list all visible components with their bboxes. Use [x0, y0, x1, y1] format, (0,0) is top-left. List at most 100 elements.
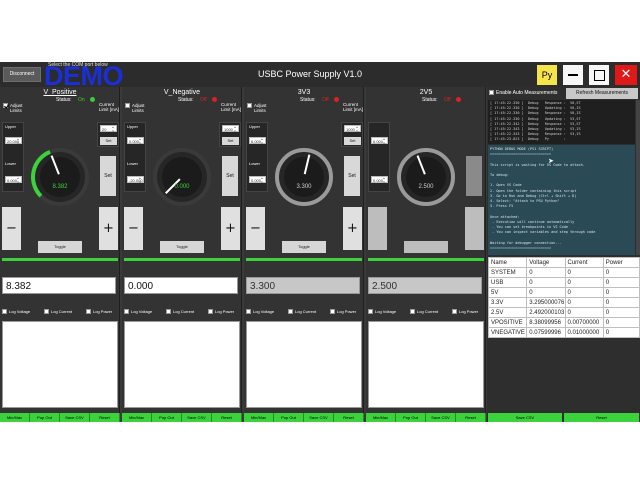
increase-button[interactable]: +	[343, 207, 362, 250]
table-row[interactable]: VNEGATIVE 0.07599996 0.01000000 0	[487, 327, 640, 338]
pop-out-button[interactable]: Pop Out	[30, 413, 60, 422]
min-max-button[interactable]: Min/Max	[366, 413, 396, 422]
disconnect-button[interactable]: Disconnect	[3, 67, 41, 82]
console-scrollbar[interactable]	[636, 100, 640, 255]
log-power-checkbox[interactable]: Log Power	[330, 309, 356, 315]
log-voltage-checkbox[interactable]: Log Voltage	[124, 309, 152, 315]
voltage-knob[interactable]	[147, 142, 217, 212]
log-power-checkbox[interactable]: Log Power	[452, 309, 478, 315]
voltage-set-button[interactable]: Set	[100, 156, 116, 196]
log-current-checkbox[interactable]: Log Current	[166, 309, 194, 315]
log-power-checkbox[interactable]: Log Power	[86, 309, 112, 315]
python-button[interactable]: Py	[537, 65, 557, 85]
increase-button[interactable]	[465, 207, 484, 250]
min-max-button[interactable]: Min/Max	[122, 413, 152, 422]
decrease-button[interactable]: −	[124, 207, 143, 250]
status-label: Status:	[300, 97, 316, 103]
toggle-output-button[interactable]	[404, 241, 448, 253]
log-current-checkbox[interactable]: Log Current	[288, 309, 316, 315]
current-limit-input[interactable]: 20	[100, 125, 117, 133]
lower-limit-input[interactable]: -20.000	[127, 176, 144, 184]
log-current-checkbox[interactable]: Log Current	[410, 309, 438, 315]
lower-limit-input[interactable]: 0.000	[249, 176, 266, 184]
auto-measurements-checkbox[interactable]	[489, 90, 494, 95]
lower-limit-input[interactable]: 0.000	[371, 176, 388, 184]
minimize-button[interactable]	[563, 65, 583, 85]
log-power-checkbox[interactable]: Log Power	[208, 309, 234, 315]
log-plot[interactable]	[2, 321, 118, 408]
status-label: Status:	[56, 97, 72, 103]
python-console[interactable]: PYTHON DEBUG MODE (PS1 SCRIPT) =========…	[488, 145, 635, 255]
log-label: Log Current	[51, 309, 73, 314]
current-limit-input[interactable]: 1000	[344, 125, 361, 133]
toggle-output-button[interactable]: Toggle	[160, 241, 204, 253]
adjust-limits-checkbox[interactable]	[125, 103, 130, 108]
status-label: Status:	[422, 97, 438, 103]
voltage-knob[interactable]	[391, 142, 461, 212]
decrease-button[interactable]: −	[2, 207, 21, 250]
log-plot[interactable]	[368, 321, 484, 408]
voltage-knob[interactable]	[269, 142, 339, 212]
current-set-button[interactable]: Set	[222, 137, 239, 145]
reset-button[interactable]: Reset	[334, 413, 364, 422]
table-cell: 2.492000103	[526, 307, 566, 318]
toggle-output-button[interactable]: Toggle	[38, 241, 82, 253]
table-row[interactable]: 5V 0 0 0	[487, 287, 640, 298]
panel-3v3: 3V3 Status: Off Adjust Limits Current Limit …	[244, 87, 364, 422]
upper-limit-input[interactable]: 6.000	[249, 137, 266, 145]
maximize-button[interactable]	[589, 65, 609, 85]
log-current-checkbox[interactable]: Log Current	[44, 309, 73, 315]
reset-button[interactable]: Reset	[456, 413, 486, 422]
current-set-button[interactable]: Set	[100, 137, 117, 145]
pop-out-button[interactable]: Pop Out	[396, 413, 426, 422]
upper-limit-input[interactable]: 0.000	[127, 137, 144, 145]
status-bar	[246, 258, 362, 261]
table-row[interactable]: USB 0 0 0	[487, 277, 640, 288]
table-row[interactable]: SYSTEM 0 0 0	[487, 267, 640, 278]
close-button[interactable]: ✕	[615, 65, 637, 85]
save-csv-button[interactable]: Save CSV	[304, 413, 334, 422]
save-csv-button[interactable]: Save CSV	[182, 413, 212, 422]
voltage-set-button[interactable]: Set	[344, 156, 360, 196]
adjust-limits-checkbox[interactable]	[247, 103, 252, 108]
status-indicator-icon	[456, 97, 461, 102]
lower-label: Lower	[249, 161, 260, 166]
knob-face	[284, 157, 324, 197]
log-plot[interactable]	[246, 321, 362, 408]
table-row[interactable]: VPOSITIVE 8.38099956 0.00700000 0	[487, 317, 640, 328]
decrease-button[interactable]	[368, 207, 387, 250]
voltage-set-button[interactable]: Set	[222, 156, 238, 196]
upper-limit-input[interactable]: 20.000	[5, 137, 22, 145]
increase-button[interactable]: +	[221, 207, 240, 250]
min-max-button[interactable]: Min/Max	[244, 413, 274, 422]
lower-limit-input[interactable]: 0.000	[5, 176, 22, 184]
min-max-button[interactable]: Min/Max	[0, 413, 30, 422]
toggle-output-button[interactable]: Toggle	[282, 241, 326, 253]
voltage-knob[interactable]	[25, 142, 95, 212]
pop-out-button[interactable]: Pop Out	[152, 413, 182, 422]
reset-button[interactable]: Reset	[212, 413, 242, 422]
reset-button[interactable]: Reset	[564, 413, 639, 422]
increase-button[interactable]: +	[99, 207, 118, 250]
log-voltage-checkbox[interactable]: Log Voltage	[368, 309, 396, 315]
table-row[interactable]: 3.3V 3.295000076 0 0	[487, 297, 640, 308]
log-voltage-checkbox[interactable]: Log Voltage	[246, 309, 274, 315]
log-voltage-checkbox[interactable]: Log Voltage	[2, 309, 30, 315]
table-row[interactable]: 2.5V 2.492000103 0 0	[487, 307, 640, 318]
pop-out-button[interactable]: Pop Out	[274, 413, 304, 422]
current-limit-input[interactable]: 1000	[222, 125, 239, 133]
reset-button[interactable]: Reset	[90, 413, 120, 422]
upper-limit-input[interactable]: 6.000	[371, 137, 388, 145]
adjust-limits-checkbox[interactable]	[3, 103, 8, 108]
save-csv-button[interactable]: Save CSV	[488, 413, 562, 422]
log-plot[interactable]	[124, 321, 240, 408]
table-cell: 0	[602, 287, 640, 298]
save-csv-button[interactable]: Save CSV	[60, 413, 90, 422]
current-set-button[interactable]: Set	[344, 137, 361, 145]
decrease-button[interactable]: −	[246, 207, 265, 250]
checkbox-icon	[452, 309, 457, 315]
limits-box: 6.000 0.000	[368, 122, 390, 192]
save-csv-button[interactable]: Save CSV	[426, 413, 456, 422]
voltage-set-button[interactable]	[466, 156, 482, 196]
refresh-measurements-button[interactable]: Refresh Measurements	[566, 88, 638, 99]
